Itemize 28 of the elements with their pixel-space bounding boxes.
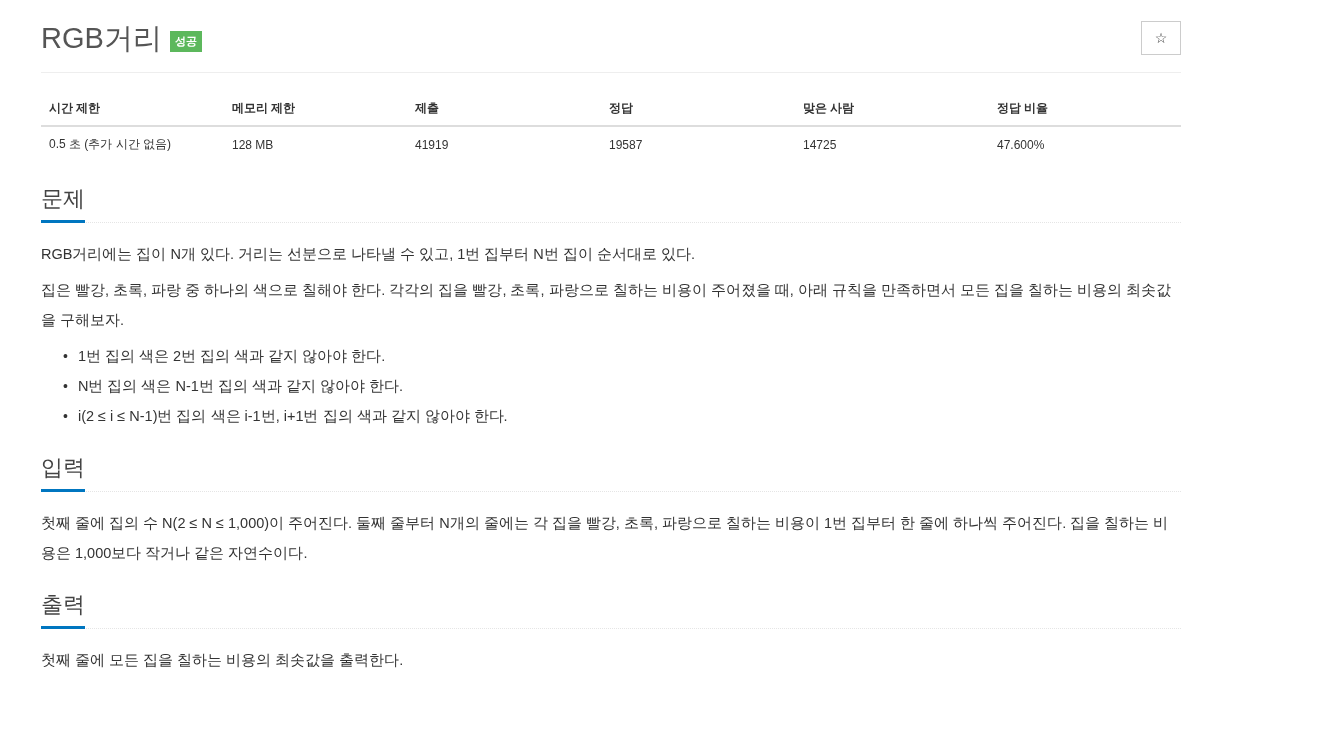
section-heading: 출력 (41, 582, 85, 629)
bullet-icon: • (63, 401, 68, 431)
list-item: i(2 ≤ i ≤ N-1)번 집의 색은 i-1번, i+1번 집의 색과 같지 않아야 한다. (77, 407, 508, 426)
column-header: 제출 (407, 92, 601, 126)
table-cell: 0.5 초 (추가 시간 없음) (41, 126, 224, 162)
paragraph: RGB거리에는 집이 N개 있다. 거리는 선분으로 나타낼 수 있고, 1번 집부터 N번 집이 순서대로 있다. (41, 245, 696, 264)
section-heading: 문제 (41, 176, 85, 223)
star-button[interactable]: ☆ (1141, 21, 1181, 55)
column-header: 시간 제한 (41, 92, 224, 126)
column-header: 정답 비율 (989, 92, 1181, 126)
table-cell: 47.600% (989, 126, 1181, 162)
table-cell: 41919 (407, 126, 601, 162)
section-heading: 입력 (41, 445, 85, 492)
list-item: N번 집의 색은 N-1번 집의 색과 같지 않아야 한다. (77, 377, 403, 396)
table-cell: 14725 (795, 126, 989, 162)
column-header: 메모리 제한 (224, 92, 407, 126)
table-cell: 128 MB (224, 126, 407, 162)
column-header: 정답 (601, 92, 795, 126)
paragraph: 첫째 줄에 집의 수 N(2 ≤ N ≤ 1,000)이 주어진다. 둘째 줄부터 N개의 줄에는 각 집을 빨강, 초록, 파랑으로 칠하는 비용이 1번 집부터 한 줄에 하나씩 주어진다. 집을 칠하는 비용은 1,000보다 작거나 같은 자연수이다. (41, 514, 1170, 563)
paragraph: 첫째 줄에 모든 집을 칠하는 비용의 최솟값을 출력한다. (41, 651, 405, 670)
bullet-icon: • (63, 371, 68, 401)
paragraph: 집은 빨강, 초록, 파랑 중 하나의 색으로 칠해야 한다. 각각의 집을 빨강, 초록, 파랑으로 칠하는 비용이 주어졌을 때, 아래 규칙을 만족하면서 모든 집을 칠하는 비용의 최솟값을 구해보자. (41, 281, 1172, 330)
list-item: 1번 집의 색은 2번 집의 색과 같지 않아야 한다. (77, 347, 386, 366)
status-badge: 성공 (169, 30, 202, 52)
problem-title: RGB거리 (41, 21, 162, 56)
bullet-icon: • (63, 341, 68, 371)
table-cell: 19587 (601, 126, 795, 162)
column-header: 맞은 사람 (795, 92, 989, 126)
